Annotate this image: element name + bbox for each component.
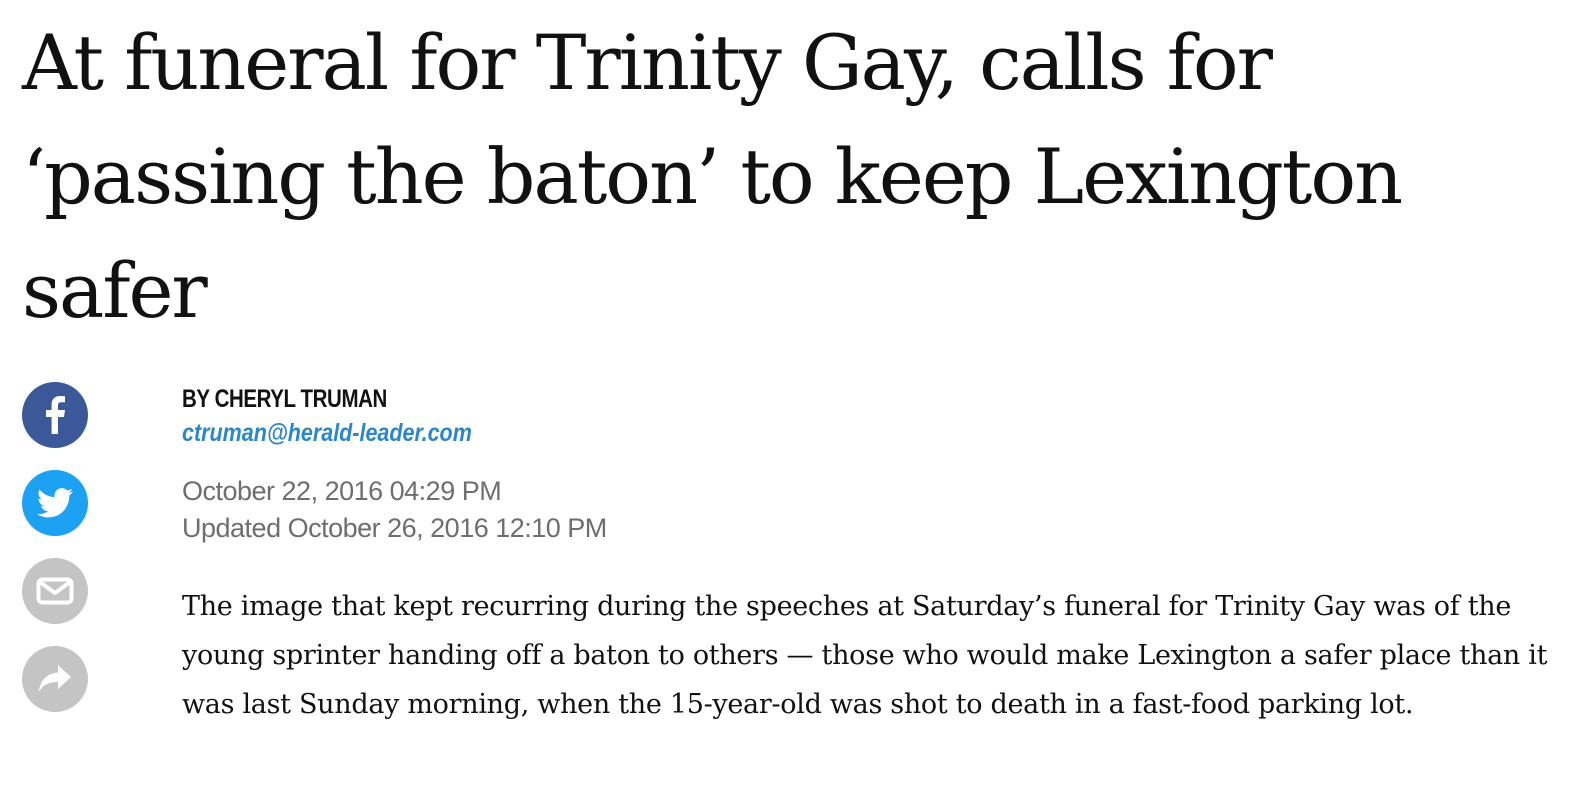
twitter-icon [37, 488, 73, 518]
article-body-paragraph: The image that kept recurring during the… [182, 591, 1548, 720]
share-button[interactable] [22, 646, 88, 712]
headline: At funeral for Trinity Gay, calls for ‘p… [22, 18, 1403, 335]
facebook-share-button[interactable] [22, 382, 88, 448]
updated-date: Updated October 26, 2016 12:10 PM [182, 513, 607, 543]
byline: BY CHERYL TRUMAN [182, 385, 387, 413]
share-icon [39, 665, 71, 692]
facebook-icon [46, 396, 65, 434]
email-share-button[interactable] [22, 558, 88, 624]
author-email-link[interactable]: ctruman@herald-leader.com [182, 416, 472, 450]
published-date: October 22, 2016 04:29 PM [182, 476, 502, 506]
share-bar [22, 382, 88, 734]
article-dates: October 22, 2016 04:29 PM Updated Octobe… [182, 473, 607, 547]
email-icon [36, 577, 74, 605]
twitter-share-button[interactable] [22, 470, 88, 536]
byline-block: BY CHERYL TRUMAN ctruman@herald-leader.c… [182, 382, 519, 450]
